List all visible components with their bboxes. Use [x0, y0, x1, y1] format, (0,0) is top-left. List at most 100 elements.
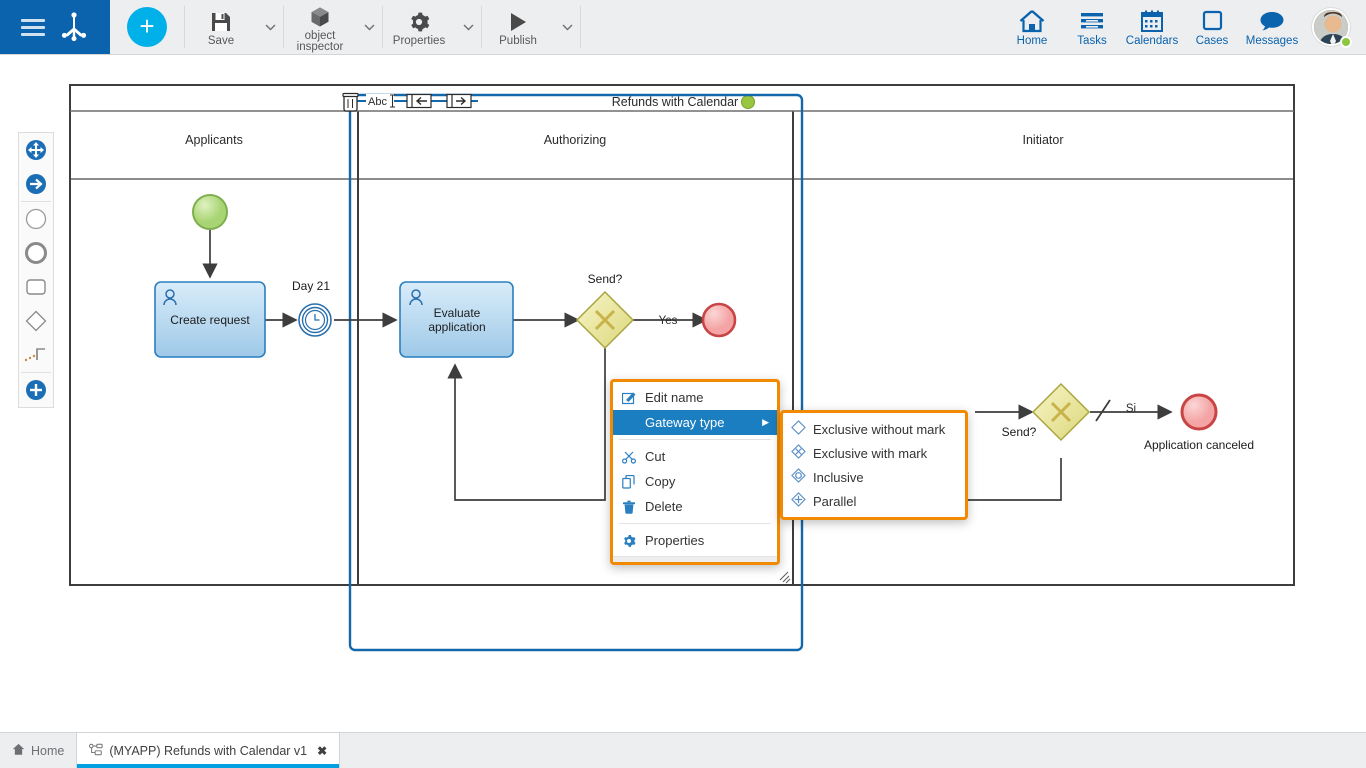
gateway-send-1[interactable]: [577, 292, 633, 348]
task-evaluate-application[interactable]: Evaluate application: [400, 282, 513, 357]
tasks-list-icon: [1079, 8, 1105, 33]
taskbar-tab-refunds[interactable]: (MYAPP) Refunds with Calendar v1 ✖: [76, 733, 340, 768]
end-event-application-canceled[interactable]: [1182, 395, 1216, 429]
edit-pencil-icon: [621, 391, 637, 405]
process-diagram-icon: [89, 743, 103, 759]
pool-title: Refunds with Calendar: [612, 95, 738, 109]
edit-lane-name-button[interactable]: Abc: [366, 94, 395, 108]
hamburger-menu-icon[interactable]: [21, 19, 45, 36]
calendar-icon: [1140, 8, 1164, 33]
nav-home-label: Home: [1017, 35, 1048, 47]
task-create-request[interactable]: Create request: [155, 282, 265, 357]
add-new-button[interactable]: +: [127, 7, 167, 47]
task-evaluate-label-1: Evaluate: [434, 306, 481, 320]
object-inspector-button[interactable]: object inspector: [284, 0, 356, 54]
context-menu-item-copy[interactable]: Copy: [613, 469, 777, 494]
lane-resize-handle[interactable]: [780, 572, 790, 583]
gateway-1-label: Send?: [588, 272, 623, 286]
toolbar-group-publish: Publish: [482, 0, 580, 54]
speech-bubble-icon: [1259, 8, 1285, 33]
toolbar-group-properties: Properties: [383, 0, 481, 54]
toolbar-group-inspector: object inspector: [284, 0, 382, 54]
save-button[interactable]: Save: [185, 0, 257, 54]
publish-button[interactable]: Publish: [482, 0, 554, 54]
end-event-label: Application canceled: [1144, 438, 1254, 452]
gear-icon-small: [621, 534, 637, 548]
submenu-label-1: Exclusive with mark: [813, 446, 927, 461]
insert-lane-right-button[interactable]: [447, 95, 471, 108]
scissors-icon: [621, 450, 637, 464]
top-nav: Home Tasks: [1002, 0, 1366, 54]
diamond-x-icon: [791, 444, 806, 462]
submenu-item-parallel[interactable]: Parallel: [783, 489, 965, 513]
diamond-plain-icon: [791, 420, 806, 438]
lane-title-applicants: Applicants: [185, 133, 243, 147]
home-icon-small: [12, 743, 25, 759]
context-menu-label-delete: Delete: [645, 499, 683, 514]
properties-button[interactable]: Properties: [383, 0, 455, 54]
floppy-disk-icon: [210, 9, 232, 35]
submenu-item-exclusive-without-mark[interactable]: Exclusive without mark: [783, 417, 965, 441]
context-menu-item-gateway-type[interactable]: Gateway type ▶: [613, 410, 777, 435]
lane-title-initiator: Initiator: [1023, 133, 1064, 147]
diamond-circle-icon: [791, 468, 806, 486]
insert-lane-left-button[interactable]: [407, 95, 431, 108]
copy-icon: [621, 475, 637, 489]
taskbar-home[interactable]: Home: [0, 733, 76, 768]
avatar[interactable]: [1302, 0, 1360, 54]
nav-messages-label: Messages: [1246, 35, 1298, 47]
play-triangle-icon: [507, 9, 529, 35]
flow-gateway1-no-loopback[interactable]: [455, 345, 605, 500]
close-icon[interactable]: ✖: [317, 744, 327, 758]
submenu-label-0: Exclusive without mark: [813, 422, 945, 437]
gateway-type-submenu[interactable]: Exclusive without mark Exclusive with ma…: [780, 410, 968, 520]
add-button-wrap: +: [110, 0, 184, 54]
context-menu-divider-2: [619, 523, 771, 524]
context-menu-label-edit-name: Edit name: [645, 390, 704, 405]
gateway-send-2[interactable]: [1033, 384, 1089, 440]
diamond-plus-icon: [791, 492, 806, 510]
context-menu-item-properties[interactable]: Properties: [613, 528, 777, 553]
nav-tasks[interactable]: Tasks: [1062, 0, 1122, 54]
submenu-item-exclusive-with-mark[interactable]: Exclusive with mark: [783, 441, 965, 465]
top-toolbar: + Save: [0, 0, 1366, 55]
abc-text-icon: Abc: [368, 96, 387, 108]
nav-calendars[interactable]: Calendars: [1122, 0, 1182, 54]
properties-dropdown-caret[interactable]: [455, 0, 481, 54]
bottom-taskbar: Home (MYAPP) Refunds with Calendar v1 ✖: [0, 732, 1366, 768]
bizagi-claw-logo[interactable]: [58, 11, 90, 43]
publish-dropdown-caret[interactable]: [554, 0, 580, 54]
status-badge: [1340, 36, 1352, 48]
context-menu[interactable]: Edit name Gateway type ▶ Cut: [610, 379, 780, 565]
nav-home[interactable]: Home: [1002, 0, 1062, 54]
chevron-right-icon: ▶: [762, 417, 769, 428]
flow-label-si: Si: [1126, 403, 1136, 415]
taskbar-tab-label: (MYAPP) Refunds with Calendar v1: [109, 744, 307, 758]
save-dropdown-caret[interactable]: [257, 0, 283, 54]
object-inspector-label: object inspector: [284, 31, 356, 53]
default-flow-slash: [1096, 400, 1110, 421]
gateway-2-label: Send?: [1002, 425, 1037, 439]
context-menu-item-cut[interactable]: Cut: [613, 444, 777, 469]
trash-icon: [621, 500, 637, 514]
nav-cases[interactable]: Cases: [1182, 0, 1242, 54]
context-menu-label-copy: Copy: [645, 474, 675, 489]
context-menu-item-delete[interactable]: Delete: [613, 494, 777, 519]
nav-cases-label: Cases: [1196, 35, 1229, 47]
delete-lane-button[interactable]: [343, 94, 358, 112]
submenu-item-inclusive[interactable]: Inclusive: [783, 465, 965, 489]
toolbar-divider-5: [580, 6, 581, 48]
submenu-label-2: Inclusive: [813, 470, 864, 485]
task-create-request-label: Create request: [170, 313, 250, 327]
nav-messages[interactable]: Messages: [1242, 0, 1302, 54]
inspector-dropdown-caret[interactable]: [356, 0, 382, 54]
context-menu-item-edit-name[interactable]: Edit name: [613, 385, 777, 410]
start-event[interactable]: [193, 195, 227, 229]
timer-intermediate-event[interactable]: [299, 304, 331, 336]
end-event-hidden[interactable]: [703, 304, 735, 336]
publish-label: Publish: [499, 36, 537, 47]
nav-tasks-label: Tasks: [1077, 35, 1106, 47]
brand-area: [0, 0, 110, 54]
square-outline-icon: [1200, 8, 1224, 33]
task-evaluate-label-2: application: [428, 320, 485, 334]
